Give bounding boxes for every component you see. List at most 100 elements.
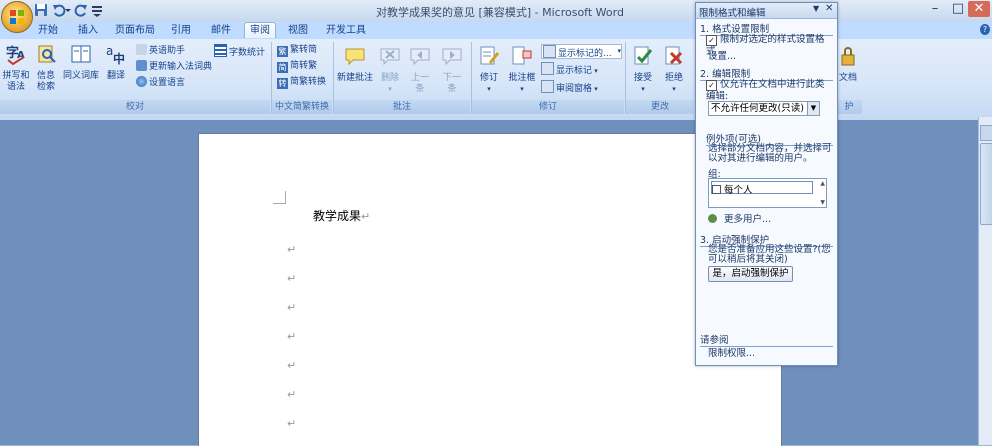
research-button[interactable]: 信息 检索 xyxy=(33,43,59,93)
editing-type-value: 不允许任何更改(只读) xyxy=(711,103,804,114)
thesaurus-button[interactable]: 同义词库 xyxy=(62,43,100,82)
editing-checkbox-label: 仅允许在文档中进行此类编辑: xyxy=(706,79,825,102)
editing-restriction-option[interactable]: ✓ 仅允许在文档中进行此类编辑: xyxy=(706,79,834,103)
tab-insert[interactable]: 插入 xyxy=(74,23,102,38)
set-language-button[interactable]: 设置语言 xyxy=(136,76,185,89)
groups-list[interactable]: 每个人 ▲ ▼ xyxy=(708,178,827,208)
redo-icon[interactable] xyxy=(74,3,88,17)
display-review-icon xyxy=(543,45,556,58)
spelling-label: 拼写和 语法 xyxy=(2,71,30,92)
vertical-scrollbar[interactable] xyxy=(978,117,992,445)
chinese-conversion-label: 简繁转换 xyxy=(290,77,327,87)
research-label: 信息 检索 xyxy=(36,71,55,92)
english-assistant-button[interactable]: 英语助手 xyxy=(136,44,185,57)
balloons-icon xyxy=(512,46,532,65)
restrict-formatting-pane: 限制格式和编辑 ▼ ✕ 1. 格式设置限制 ✓ 限制对选定的样式设置格式 设置.… xyxy=(695,2,838,366)
reviewing-pane-icon xyxy=(541,80,554,93)
show-markup-label: 显示标记 xyxy=(556,66,593,76)
paragraph-mark: ↵ xyxy=(361,210,371,223)
update-ime-dictionary-button[interactable]: 更新输入法词典 xyxy=(136,60,212,73)
formatting-settings-link[interactable]: 设置... xyxy=(708,48,736,62)
help-icon[interactable]: ? xyxy=(980,24,990,35)
protect-document-button[interactable]: 文档 xyxy=(837,45,859,84)
next-comment-button[interactable]: 下一 条 xyxy=(437,45,467,95)
tab-page-layout[interactable]: 页面布局 xyxy=(113,23,157,38)
margin-crop-mark xyxy=(273,191,286,204)
spelling-grammar-button[interactable]: 字 A 拼写和 语法 xyxy=(2,43,30,93)
editing-type-select[interactable]: 不允许任何更改(只读) ▼ xyxy=(708,101,820,116)
tab-home[interactable]: 开始 xyxy=(34,23,62,38)
group-everyone-checkbox[interactable] xyxy=(712,185,721,194)
enforcement-description: 您是否准备应用这些设置?(您可以稍后将其关闭) xyxy=(708,244,831,265)
restrict-permission-link[interactable]: 限制权限... xyxy=(708,345,755,359)
track-changes-icon xyxy=(480,46,500,65)
pane-menu-icon[interactable]: ▼ xyxy=(813,4,819,13)
document-text[interactable]: 教学成果↵ xyxy=(313,207,370,224)
more-users-link[interactable]: 更多用户... xyxy=(708,211,771,225)
group-item-everyone[interactable]: 每个人 xyxy=(711,181,813,196)
research-icon xyxy=(38,45,56,63)
globe-icon xyxy=(136,76,147,87)
pane-close-icon[interactable]: ✕ xyxy=(825,3,833,14)
tab-view[interactable]: 视图 xyxy=(284,23,312,38)
pane-title: 限制格式和编辑 xyxy=(699,8,766,19)
update-ime-label: 更新输入法词典 xyxy=(149,62,213,72)
word-count-button[interactable]: 字数统计 xyxy=(214,44,266,58)
customize-toolbar-icon[interactable] xyxy=(90,3,104,17)
accept-icon xyxy=(634,46,653,65)
track-changes-button[interactable]: 修订 ▾ xyxy=(474,45,504,95)
ruler-toggle-icon[interactable] xyxy=(980,125,992,141)
paragraph-mark: ↵ xyxy=(287,388,297,401)
tab-developer[interactable]: 开发工具 xyxy=(324,23,368,38)
paragraph-mark: ↵ xyxy=(287,272,297,285)
tab-review[interactable]: 审阅 xyxy=(244,22,276,38)
update-dictionary-icon xyxy=(136,60,147,71)
new-comment-button[interactable]: 新建批注 xyxy=(335,45,375,84)
previous-comment-button[interactable]: 上一 条 xyxy=(406,45,434,95)
window-title: 对教学成果奖的意见 [兼容模式] - Microsoft Word xyxy=(376,6,624,19)
accept-button[interactable]: 接受 ▾ xyxy=(629,45,657,95)
reject-button[interactable]: 拒绝 ▾ xyxy=(660,45,688,95)
next-comment-icon xyxy=(442,48,462,66)
undo-dropdown-icon[interactable] xyxy=(64,3,72,17)
close-button[interactable]: ✕ xyxy=(968,1,990,17)
office-button[interactable] xyxy=(1,1,33,33)
balloons-button[interactable]: 批注框 ▾ xyxy=(506,45,538,95)
translate-button[interactable]: a中 翻译 xyxy=(103,43,129,82)
next-comment-label: 下一 条 xyxy=(442,73,461,94)
reviewing-pane-button[interactable]: 审阅窗格 ▾ xyxy=(541,80,598,94)
save-icon[interactable] xyxy=(34,3,48,17)
chinese-conversion-button[interactable]: 转简繁转换 xyxy=(277,76,326,89)
svg-text:中: 中 xyxy=(113,51,125,65)
simplified-to-traditional-button[interactable]: 简简转繁 xyxy=(277,60,317,73)
restore-button[interactable]: □ xyxy=(947,1,969,17)
protect-document-label: 文档 xyxy=(838,73,857,83)
display-for-review-dropdown[interactable]: 显示标记的... ▾ xyxy=(541,44,622,59)
scroll-down-icon[interactable]: ▼ xyxy=(820,199,825,206)
start-enforcement-button[interactable]: 是，启动强制保护 xyxy=(708,266,793,282)
reviewing-pane-label: 审阅窗格 xyxy=(556,84,593,94)
traditional-to-simplified-button[interactable]: 繁繁转简 xyxy=(277,44,317,57)
to-simplified-label: 繁转简 xyxy=(290,45,318,55)
show-markup-icon xyxy=(541,62,554,75)
chinese-conversion-icon: 转 xyxy=(277,78,288,89)
display-review-value: 显示标记的... xyxy=(558,49,612,59)
delete-comment-button[interactable]: 删除 ▾ xyxy=(377,45,403,95)
paragraph-mark: ↵ xyxy=(287,359,297,372)
lock-icon xyxy=(841,47,855,66)
word-count-label: 字数统计 xyxy=(229,48,266,58)
tab-mailings[interactable]: 邮件 xyxy=(207,23,235,38)
paragraph-mark: ↵ xyxy=(287,301,297,314)
formatting-checkbox[interactable]: ✓ xyxy=(706,35,717,46)
group-tracking-label: 修订 xyxy=(472,100,624,114)
new-comment-icon xyxy=(345,48,365,66)
exceptions-description: 选择部分文档内容，并选择可以对其进行编辑的用户。 xyxy=(708,143,832,164)
office-logo-icon xyxy=(10,10,24,24)
set-language-label: 设置语言 xyxy=(149,78,186,88)
scroll-up-icon[interactable]: ▲ xyxy=(820,180,825,187)
tab-references[interactable]: 引用 xyxy=(167,23,195,38)
minimize-button[interactable]: – xyxy=(924,1,946,17)
editing-checkbox[interactable]: ✓ xyxy=(706,80,717,91)
scrollbar-thumb[interactable] xyxy=(980,143,992,225)
show-markup-button[interactable]: 显示标记 ▾ xyxy=(541,62,598,76)
